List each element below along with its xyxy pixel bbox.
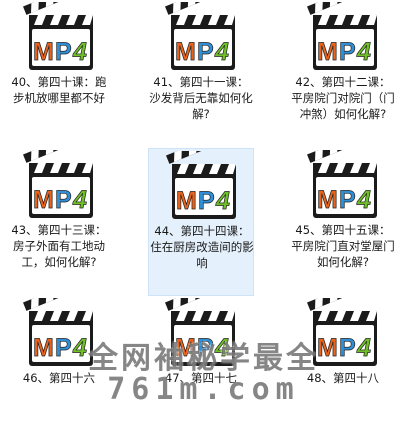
svg-text:4: 4 [214,38,229,66]
svg-text:P: P [55,38,72,66]
file-name: 48、第四十八 [306,371,380,385]
mp4-clapperboard-icon: M P 4 [307,2,377,70]
svg-text:4: 4 [214,334,229,362]
svg-text:P: P [197,38,214,66]
mp4-clapperboard-icon: M P 4 [23,298,93,366]
file-name: 44、第四十四课：住在厨房改造间的影响 [150,224,254,270]
file-name: 42、第四十二课：平房院门对院门（门冲煞）如何化解? [291,75,395,121]
file-item[interactable]: M P 4 45、第四十五课：平房院门直对堂屋门如何化解? [290,148,396,296]
svg-text:P: P [339,186,356,214]
file-name: 45、第四十五课：平房院门直对堂屋门如何化解? [291,223,395,269]
file-item[interactable]: M P 4 48、第四十八 [290,296,396,444]
svg-text:M: M [176,187,197,215]
svg-text:P: P [198,187,215,215]
svg-text:M: M [317,38,338,66]
file-item[interactable]: M P 4 42、第四十二课：平房院门对院门（门冲煞）如何化解? [290,0,396,148]
svg-text:P: P [339,334,356,362]
svg-text:P: P [339,38,356,66]
svg-text:4: 4 [356,186,371,214]
svg-text:M: M [175,334,196,362]
svg-text:4: 4 [72,186,87,214]
svg-text:P: P [197,334,214,362]
svg-text:M: M [33,186,54,214]
file-item[interactable]: M P 4 41、第四十一课：沙发背后无靠如何化解? [148,0,254,148]
file-grid: M P 4 40、第四十课：跑步机放哪里都不好 M P 4 41、第四十一课：沙… [0,0,407,430]
file-name: 41、第四十一课：沙发背后无靠如何化解? [149,75,253,121]
file-item[interactable]: M P 4 44、第四十四课：住在厨房改造间的影响 [148,148,254,296]
mp4-clapperboard-icon: M P 4 [165,2,235,70]
svg-text:4: 4 [72,38,87,66]
file-name: 40、第四十课：跑步机放哪里都不好 [11,75,107,105]
mp4-clapperboard-icon: M P 4 [23,2,93,70]
file-name: 47、第四十七 [164,371,238,385]
svg-text:4: 4 [215,187,230,215]
file-item[interactable]: M P 4 46、第四十六 [6,296,112,444]
mp4-clapperboard-icon: M P 4 [166,151,236,219]
svg-text:M: M [317,186,338,214]
mp4-clapperboard-icon: M P 4 [23,150,93,218]
mp4-clapperboard-icon: M P 4 [307,150,377,218]
svg-text:M: M [175,38,196,66]
svg-text:P: P [55,334,72,362]
svg-text:M: M [317,334,338,362]
svg-text:4: 4 [72,334,87,362]
file-item[interactable]: M P 4 40、第四十课：跑步机放哪里都不好 [6,0,112,148]
file-name: 46、第四十六 [22,371,96,385]
svg-text:M: M [33,334,54,362]
svg-text:4: 4 [356,334,371,362]
mp4-clapperboard-icon: M P 4 [307,298,377,366]
svg-text:P: P [55,186,72,214]
svg-text:M: M [33,38,54,66]
file-name: 43、第四十三课：房子外面有工地动工，如何化解? [11,223,107,269]
file-item[interactable]: M P 4 47、第四十七 [148,296,254,444]
file-item[interactable]: M P 4 43、第四十三课：房子外面有工地动工，如何化解? [6,148,112,296]
mp4-clapperboard-icon: M P 4 [165,298,235,366]
svg-text:4: 4 [356,38,371,66]
